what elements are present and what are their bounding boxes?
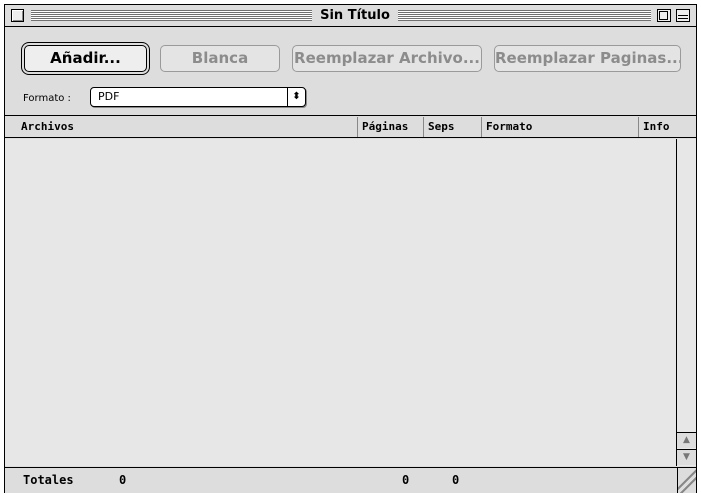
zoom-box-icon[interactable] [657, 9, 671, 22]
format-value: PDF [98, 90, 120, 103]
format-label: Formato : [23, 93, 71, 104]
document-window: Sin Título Añadir... Blanca Reemplazar A… [4, 4, 697, 493]
close-box-icon[interactable] [11, 9, 24, 22]
column-paginas[interactable]: Páginas [357, 117, 423, 137]
column-seps[interactable]: Seps [423, 117, 481, 137]
column-header: Archivos Páginas Seps Formato Info [5, 117, 696, 138]
window-title: Sin Título [320, 8, 390, 23]
resize-grip-icon[interactable] [677, 468, 696, 493]
title-bar[interactable]: Sin Título [5, 5, 696, 27]
totals-seps-count: 0 [452, 473, 460, 487]
vertical-scrollbar[interactable]: ▲ ▼ [677, 139, 696, 466]
totals-pages-count: 0 [402, 473, 410, 487]
title-stripes-right [398, 10, 651, 21]
collapse-box-icon[interactable] [676, 9, 690, 22]
replace-file-button[interactable]: Reemplazar Archivo... [292, 45, 482, 72]
totals-bar: Totales 0 0 0 [5, 467, 696, 493]
add-button[interactable]: Añadir... [24, 45, 147, 72]
column-info[interactable]: Info [638, 117, 678, 137]
toolbar: Añadir... Blanca Reemplazar Archivo... R… [5, 28, 696, 116]
column-archivos[interactable]: Archivos [21, 117, 361, 137]
popup-arrows-icon: ⬍ [287, 88, 305, 106]
format-select[interactable]: PDF ⬍ [90, 87, 306, 107]
scroll-up-arrow-icon[interactable]: ▲ [677, 432, 696, 448]
totals-label: Totales [23, 473, 74, 487]
blank-button[interactable]: Blanca [160, 45, 280, 72]
replace-pages-button[interactable]: Reemplazar Paginas... [494, 45, 681, 72]
column-formato[interactable]: Formato [481, 117, 638, 137]
file-list[interactable] [5, 139, 677, 466]
totals-files-count: 0 [119, 473, 127, 487]
title-stripes-left [31, 10, 312, 21]
scroll-down-arrow-icon[interactable]: ▼ [677, 449, 696, 465]
